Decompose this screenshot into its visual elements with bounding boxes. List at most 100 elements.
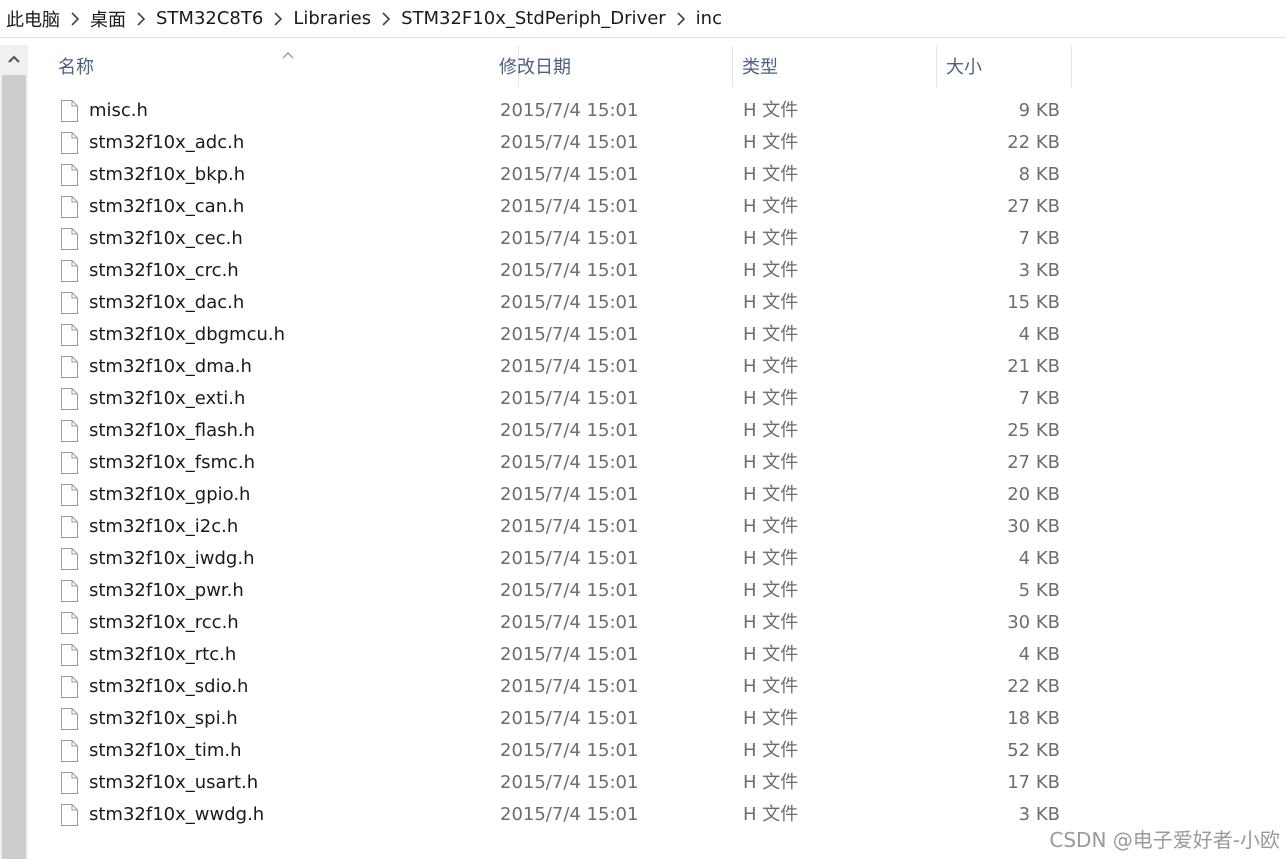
- file-date: 2015/7/4 15:01: [500, 100, 639, 121]
- file-type: H 文件: [743, 324, 799, 345]
- file-size: 4 KB: [1018, 548, 1060, 569]
- file-row[interactable]: stm32f10x_i2c.h 2015/7/4 15:01 H 文件 30 KB: [28, 511, 1072, 543]
- file-row[interactable]: misc.h 2015/7/4 15:01 H 文件 9 KB: [28, 95, 1072, 127]
- file-size: 3 KB: [1018, 804, 1060, 825]
- file-row[interactable]: stm32f10x_tim.h 2015/7/4 15:01 H 文件 52 KB: [28, 735, 1072, 767]
- file-row[interactable]: stm32f10x_sdio.h 2015/7/4 15:01 H 文件 22 KB: [28, 671, 1072, 703]
- column-header-size[interactable]: 大小: [938, 45, 1072, 87]
- file-name: stm32f10x_gpio.h: [89, 484, 251, 505]
- file-size: 4 KB: [1018, 644, 1060, 665]
- file-type: H 文件: [743, 452, 799, 473]
- file-type: H 文件: [743, 484, 799, 505]
- file-name: stm32f10x_adc.h: [89, 132, 245, 153]
- file-date: 2015/7/4 15:01: [500, 548, 639, 569]
- file-row[interactable]: stm32f10x_can.h 2015/7/4 15:01 H 文件 27 KB: [28, 191, 1072, 223]
- file-icon: [61, 772, 78, 794]
- file-size: 18 KB: [1007, 708, 1060, 729]
- file-type: H 文件: [743, 580, 799, 601]
- file-row[interactable]: stm32f10x_gpio.h 2015/7/4 15:01 H 文件 20 KB: [28, 479, 1072, 511]
- file-size: 5 KB: [1018, 580, 1060, 601]
- file-row[interactable]: stm32f10x_exti.h 2015/7/4 15:01 H 文件 7 KB: [28, 383, 1072, 415]
- file-size: 20 KB: [1007, 484, 1060, 505]
- file-icon: [61, 324, 78, 346]
- file-row[interactable]: stm32f10x_iwdg.h 2015/7/4 15:01 H 文件 4 KB: [28, 543, 1072, 575]
- file-name: stm32f10x_tim.h: [89, 740, 242, 761]
- file-size: 7 KB: [1018, 228, 1060, 249]
- breadcrumb-item-desktop[interactable]: 桌面: [90, 6, 126, 32]
- file-row[interactable]: stm32f10x_pwr.h 2015/7/4 15:01 H 文件 5 KB: [28, 575, 1072, 607]
- file-type: H 文件: [743, 132, 799, 153]
- file-icon: [61, 164, 78, 186]
- file-size: 52 KB: [1007, 740, 1060, 761]
- file-icon: [61, 356, 78, 378]
- file-icon: [61, 708, 78, 730]
- file-row[interactable]: stm32f10x_fsmc.h 2015/7/4 15:01 H 文件 27 KB: [28, 447, 1072, 479]
- chevron-right-icon[interactable]: [371, 8, 401, 29]
- breadcrumb-item-inc[interactable]: inc: [696, 8, 722, 29]
- file-date: 2015/7/4 15:01: [500, 324, 639, 345]
- column-header-date[interactable]: 修改日期: [491, 45, 733, 87]
- file-row[interactable]: stm32f10x_spi.h 2015/7/4 15:01 H 文件 18 KB: [28, 703, 1072, 735]
- breadcrumb-item-stdperiph-driver[interactable]: STM32F10x_StdPeriph_Driver: [401, 8, 666, 29]
- file-type: H 文件: [743, 356, 799, 377]
- column-header-bar: 名称 修改日期 类型 大小: [28, 45, 1072, 87]
- file-type: H 文件: [743, 804, 799, 825]
- file-name: stm32f10x_sdio.h: [89, 676, 249, 697]
- file-size: 15 KB: [1007, 292, 1060, 313]
- file-date: 2015/7/4 15:01: [500, 516, 639, 537]
- file-name: stm32f10x_cec.h: [89, 228, 243, 249]
- column-header-name-label: 名称: [58, 57, 94, 78]
- file-row[interactable]: stm32f10x_cec.h 2015/7/4 15:01 H 文件 7 KB: [28, 223, 1072, 255]
- file-row[interactable]: stm32f10x_rcc.h 2015/7/4 15:01 H 文件 30 KB: [28, 607, 1072, 639]
- file-name: misc.h: [89, 100, 148, 121]
- chevron-right-icon[interactable]: [666, 8, 696, 29]
- file-row[interactable]: stm32f10x_adc.h 2015/7/4 15:01 H 文件 22 KB: [28, 127, 1072, 159]
- file-type: H 文件: [743, 420, 799, 441]
- file-row[interactable]: stm32f10x_rtc.h 2015/7/4 15:01 H 文件 4 KB: [28, 639, 1072, 671]
- file-row[interactable]: stm32f10x_dbgmcu.h 2015/7/4 15:01 H 文件 4 KB: [28, 319, 1072, 351]
- file-type: H 文件: [743, 388, 799, 409]
- file-row[interactable]: stm32f10x_dac.h 2015/7/4 15:01 H 文件 15 KB: [28, 287, 1072, 319]
- file-icon: [61, 804, 78, 826]
- file-date: 2015/7/4 15:01: [500, 580, 639, 601]
- file-name: stm32f10x_exti.h: [89, 388, 246, 409]
- watermark-text: CSDN @电子爱好者-小欧: [1049, 828, 1280, 852]
- vertical-scrollbar[interactable]: [0, 45, 28, 859]
- file-name: stm32f10x_iwdg.h: [89, 548, 255, 569]
- breadcrumb-item-this-pc[interactable]: 此电脑: [6, 6, 60, 32]
- file-icon: [61, 196, 78, 218]
- breadcrumb: 此电脑 桌面 STM32C8T6 Libraries STM32F10x_Std…: [0, 0, 1286, 38]
- breadcrumb-item-stm32c8t6[interactable]: STM32C8T6: [156, 8, 263, 29]
- file-name: stm32f10x_crc.h: [89, 260, 239, 281]
- file-name: stm32f10x_rtc.h: [89, 644, 237, 665]
- column-header-name[interactable]: 名称: [50, 45, 519, 87]
- file-size: 7 KB: [1018, 388, 1060, 409]
- file-date: 2015/7/4 15:01: [500, 612, 639, 633]
- scroll-up-arrow-icon[interactable]: [0, 45, 28, 73]
- file-date: 2015/7/4 15:01: [500, 260, 639, 281]
- file-type: H 文件: [743, 740, 799, 761]
- column-header-size-label: 大小: [946, 57, 982, 78]
- file-type: H 文件: [743, 772, 799, 793]
- file-row[interactable]: stm32f10x_wwdg.h 2015/7/4 15:01 H 文件 3 KB: [28, 799, 1072, 831]
- chevron-right-icon[interactable]: [263, 8, 293, 29]
- file-name: stm32f10x_can.h: [89, 196, 245, 217]
- chevron-right-icon[interactable]: [126, 8, 156, 29]
- file-row[interactable]: stm32f10x_flash.h 2015/7/4 15:01 H 文件 25 KB: [28, 415, 1072, 447]
- file-row[interactable]: stm32f10x_crc.h 2015/7/4 15:01 H 文件 3 KB: [28, 255, 1072, 287]
- file-icon: [61, 132, 78, 154]
- chevron-right-icon[interactable]: [60, 8, 90, 29]
- scrollbar-thumb[interactable]: [2, 75, 26, 859]
- file-name: stm32f10x_usart.h: [89, 772, 259, 793]
- column-header-type-label: 类型: [742, 57, 778, 78]
- file-row[interactable]: stm32f10x_bkp.h 2015/7/4 15:01 H 文件 8 KB: [28, 159, 1072, 191]
- file-date: 2015/7/4 15:01: [500, 772, 639, 793]
- file-icon: [61, 420, 78, 442]
- file-row[interactable]: stm32f10x_usart.h 2015/7/4 15:01 H 文件 17 KB: [28, 767, 1072, 799]
- breadcrumb-item-libraries[interactable]: Libraries: [293, 8, 371, 29]
- column-header-type[interactable]: 类型: [734, 45, 937, 87]
- file-row[interactable]: stm32f10x_dma.h 2015/7/4 15:01 H 文件 21 KB: [28, 351, 1072, 383]
- file-type: H 文件: [743, 516, 799, 537]
- file-size: 30 KB: [1007, 612, 1060, 633]
- file-icon: [61, 484, 78, 506]
